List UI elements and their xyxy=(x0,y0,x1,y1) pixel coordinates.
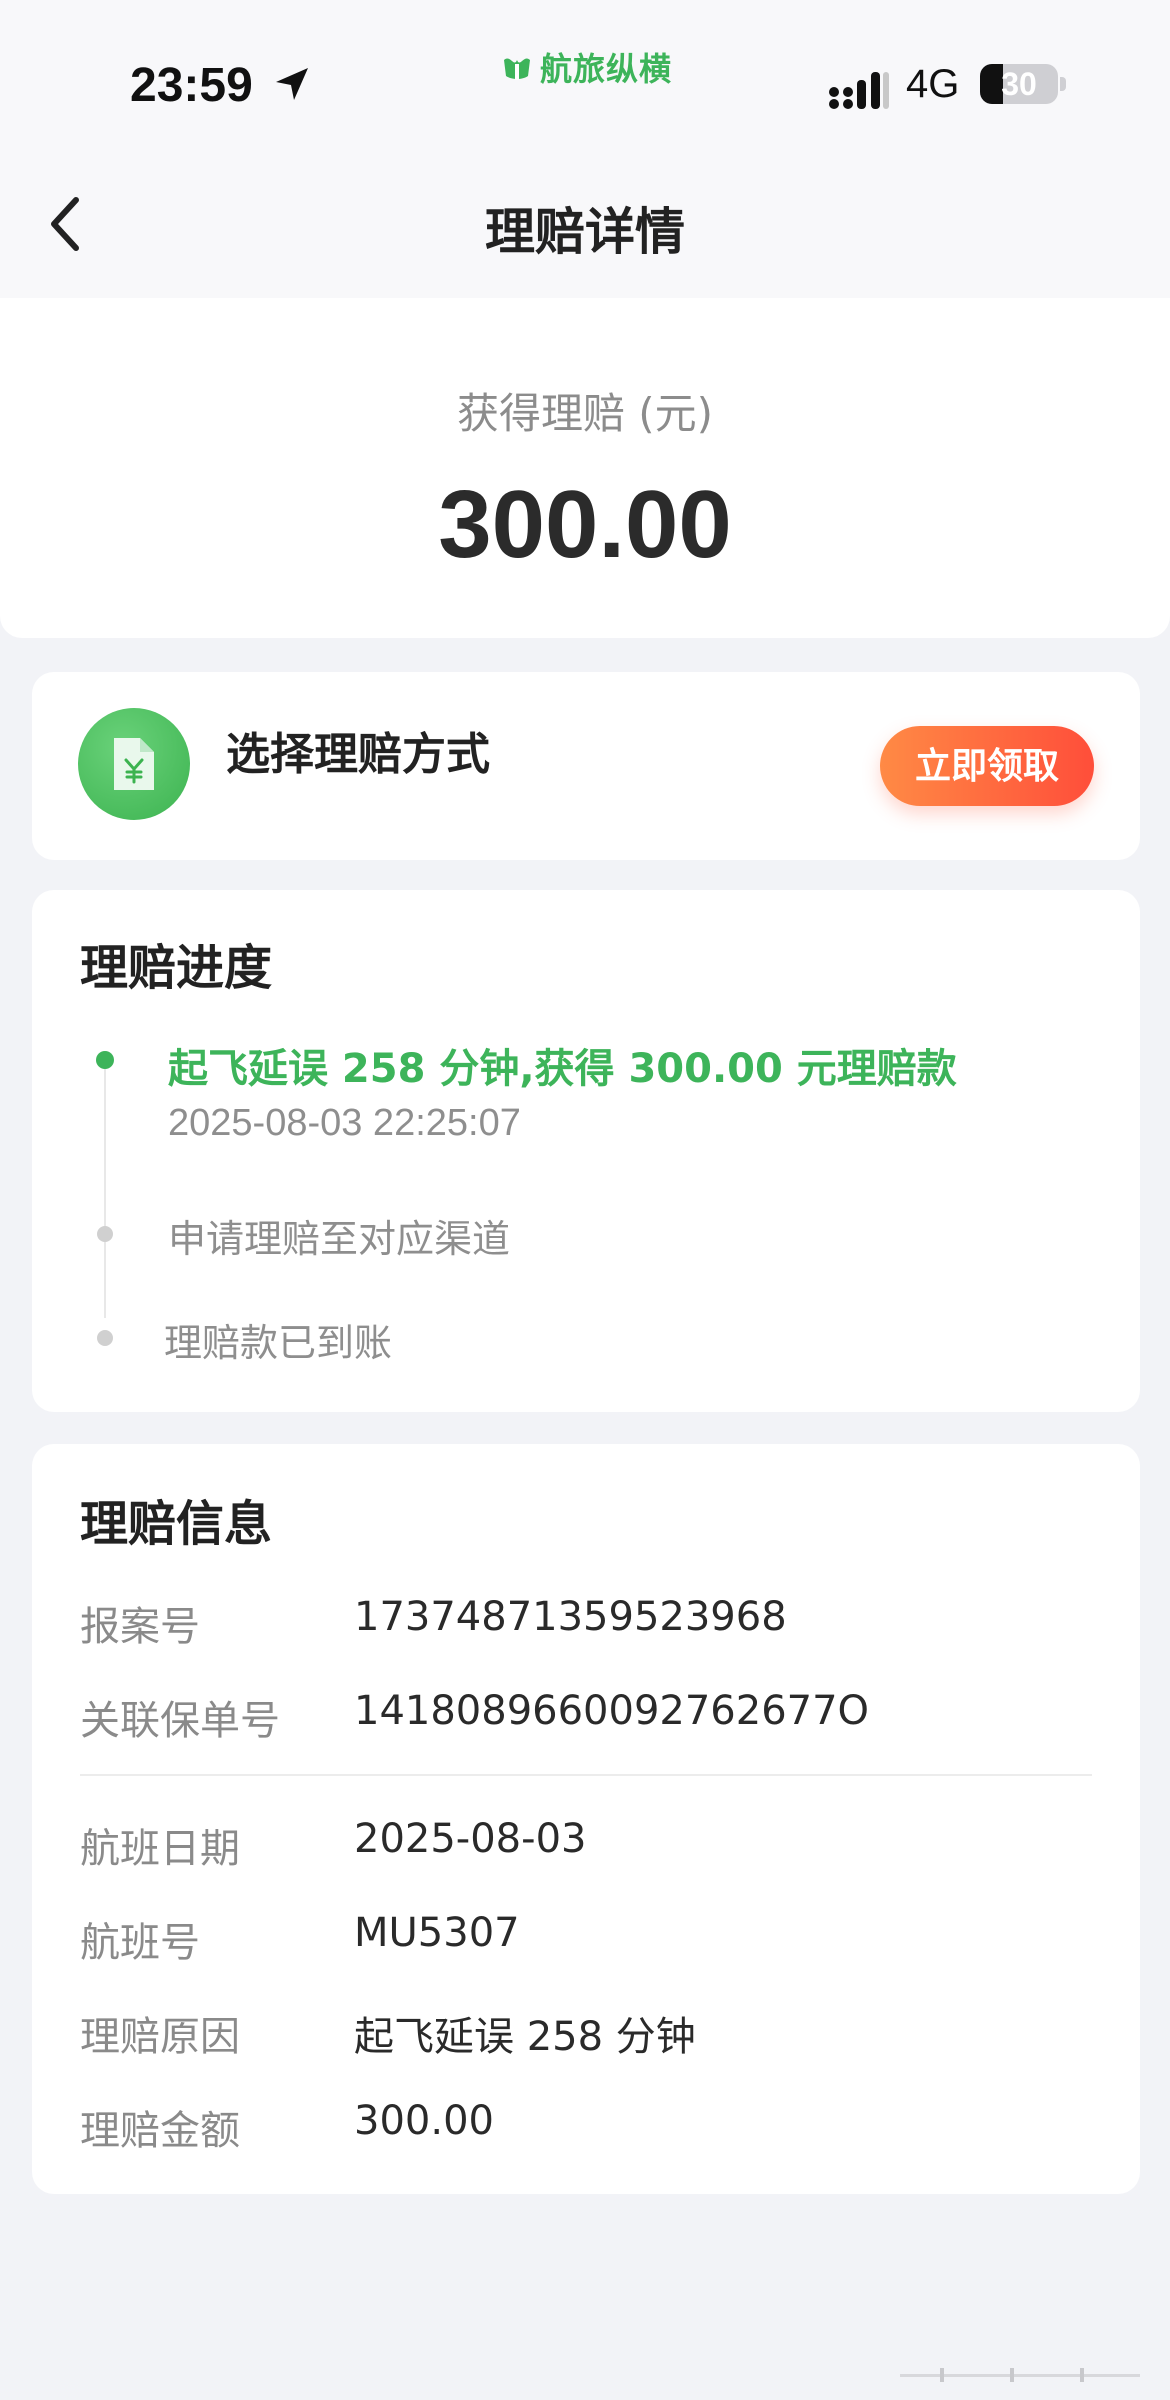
yuan-document-icon xyxy=(78,708,190,820)
timeline-line xyxy=(104,1058,106,1318)
info-value-policy-no: 1418089660092762677O xyxy=(354,1688,870,1734)
info-label-policy-no: 关联保单号 xyxy=(80,1698,280,1744)
info-label-case-no: 报案号 xyxy=(80,1604,200,1650)
brand-logo-icon xyxy=(504,58,530,80)
progress-title: 理赔进度 xyxy=(80,940,273,996)
amount-card: 获得理赔 (元) 300.00 xyxy=(0,298,1170,638)
info-value-amount: 300.00 xyxy=(354,2098,494,2144)
timeline-dot-active xyxy=(96,1051,114,1069)
claim-now-button[interactable]: 立即领取 xyxy=(880,726,1094,806)
timeline-dot xyxy=(97,1226,113,1242)
info-value-flight-date: 2025-08-03 xyxy=(354,1816,587,1862)
info-value-reason: 起飞延误 258 分钟 xyxy=(354,2014,696,2060)
timeline-dot xyxy=(97,1330,113,1346)
watermark-decoration xyxy=(900,2368,1140,2382)
info-divider xyxy=(80,1774,1092,1776)
amount-value: 300.00 xyxy=(438,471,732,578)
info-label-flight-date: 航班日期 xyxy=(80,1826,240,1872)
location-arrow-icon xyxy=(276,68,308,100)
claim-info-card: 理赔信息 报案号 17374871359523968 关联保单号 1418089… xyxy=(32,1444,1140,2194)
claim-progress-card: 理赔进度 起飞延误 258 分钟,获得 300.00 元理赔款 2025-08-… xyxy=(32,890,1140,1412)
info-label-reason: 理赔原因 xyxy=(80,2014,240,2060)
battery-level: 30 xyxy=(1001,66,1037,102)
info-value-case-no: 17374871359523968 xyxy=(354,1594,787,1640)
info-value-flight-no: MU5307 xyxy=(354,1910,520,1956)
claim-method-card: 选择理赔方式 立即领取 xyxy=(32,672,1140,860)
battery-icon: 30 xyxy=(980,64,1058,104)
screen: 23:59 航旅纵横 4G 30 理赔详情 获得理赔 (元) 300.00 选择… xyxy=(0,0,1170,2400)
battery-tip xyxy=(1060,77,1066,91)
info-label-flight-no: 航班号 xyxy=(80,1920,200,1966)
status-time: 23:59 xyxy=(130,59,253,112)
amount-label: 获得理赔 (元) xyxy=(456,389,714,438)
progress-step-1-time: 2025-08-03 22:25:07 xyxy=(168,1102,521,1144)
progress-step-1: 起飞延误 258 分钟,获得 300.00 元理赔款 xyxy=(168,1046,957,1092)
network-type: 4G xyxy=(906,62,960,106)
info-label-amount: 理赔金额 xyxy=(80,2108,240,2154)
top-area: 23:59 航旅纵横 4G 30 理赔详情 xyxy=(0,0,1170,298)
progress-step-3: 理赔款已到账 xyxy=(164,1321,393,1365)
page-title: 理赔详情 xyxy=(485,203,685,261)
info-title: 理赔信息 xyxy=(80,1496,273,1552)
signal-icon xyxy=(829,72,889,109)
brand-text: 航旅纵横 xyxy=(540,50,673,88)
progress-step-2: 申请理赔至对应渠道 xyxy=(168,1217,511,1261)
claim-method-title: 选择理赔方式 xyxy=(226,729,490,780)
brand-logo: 航旅纵横 xyxy=(500,44,672,90)
